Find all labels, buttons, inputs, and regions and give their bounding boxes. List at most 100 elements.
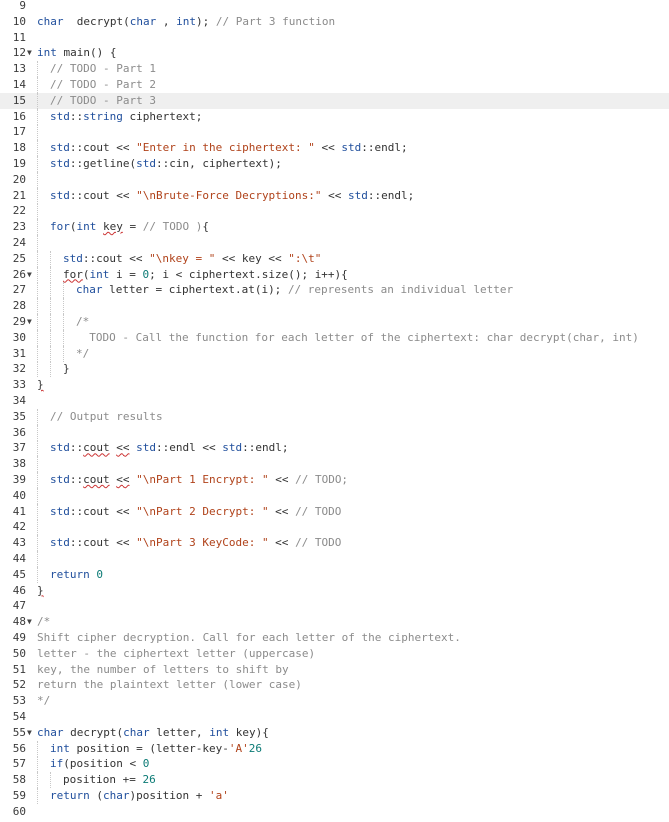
code-line-38[interactable]: 38 [0, 456, 669, 473]
code-line-59[interactable]: 59 return (char)position + 'a' [0, 788, 669, 804]
code-line-29[interactable]: 29 ▼ /* [0, 314, 669, 330]
indent-guide [63, 314, 64, 330]
code-line-40[interactable]: 40 [0, 487, 669, 504]
code-line-52[interactable]: 52 return the plaintext letter (lower cas… [0, 677, 669, 693]
code-token: << [268, 473, 296, 486]
code-line-60[interactable]: 60 [0, 804, 669, 820]
code-line-47[interactable]: 47 [0, 598, 669, 614]
fold-toggle-icon[interactable]: ▼ [27, 267, 35, 283]
line-number: 33 [12, 378, 26, 392]
code-token: (position < [63, 757, 143, 771]
code-line-15[interactable]: 15 // TODO - Part 3 [0, 92, 669, 109]
code-line-12[interactable]: 12 ▼ int main() { [0, 45, 669, 61]
code-token: char [103, 789, 130, 802]
code-line-30[interactable]: 30 TODO - Call the function for each let… [0, 329, 669, 346]
code-line-13[interactable]: 13 // TODO - Part 1 [0, 61, 669, 78]
indent-guide [50, 282, 51, 299]
line-number: 42 [12, 520, 26, 534]
code-text: char decrypt(char , int); // Part 3 func… [37, 14, 335, 30]
code-token: :: [69, 441, 84, 455]
fold-toggle-icon[interactable]: ▼ [27, 614, 35, 630]
code-line-54[interactable]: 54 [0, 709, 669, 725]
code-token: return [50, 567, 90, 581]
fold-toggle-icon[interactable]: ▼ [27, 45, 35, 61]
code-token: ); [195, 14, 216, 28]
indent-guide [37, 282, 38, 299]
code-line-25[interactable]: 25 std::cout << "\nkey = " << key << ":\t… [0, 250, 669, 267]
code-text: } [37, 377, 44, 393]
code-text: std::cout << "\nkey = " << key << ":\t" [63, 251, 321, 267]
fold-toggle-icon[interactable]: ▼ [27, 725, 35, 741]
code-line-11[interactable]: 11 [0, 30, 669, 46]
code-token: )position + [129, 789, 209, 802]
code-line-20[interactable]: 20 [0, 171, 669, 188]
code-line-10[interactable]: 10 char decrypt(char , int); // Part 3 fu… [0, 14, 669, 30]
code-token: ( [89, 789, 103, 802]
line-number: 22 [12, 204, 26, 218]
line-number: 56 [12, 741, 26, 755]
code-line-48[interactable]: 48 ▼/* [0, 614, 669, 630]
code-token: << [116, 441, 130, 455]
indent-guide [37, 740, 38, 757]
code-line-49[interactable]: 49 Shift cipher decryption. Call for each… [0, 630, 669, 646]
line-number: 45 [12, 567, 26, 581]
code-text: return the plaintext letter (lower case) [37, 677, 302, 693]
code-token: } [37, 583, 44, 597]
code-token: // TODO ) [142, 220, 203, 234]
code-text: std::cout << std::endl << std::endl; [50, 440, 288, 456]
code-token: "\nBrute-Force Decryptions:" [136, 188, 322, 202]
code-line-43[interactable]: 43 std::cout << "\nPart 3 KeyCode: " << /… [0, 535, 669, 552]
code-line-44[interactable]: 44 [0, 551, 669, 567]
code-line-42[interactable]: 42 [0, 519, 669, 536]
indent-guide [37, 61, 38, 78]
code-line-16[interactable]: 16 std::string ciphertext; [0, 108, 669, 125]
code-line-41[interactable]: 41 std::cout << "\nPart 2 Decrypt: " << /… [0, 503, 669, 520]
code-line-19[interactable]: 19 std::getline(std::cin, ciphertext); [0, 156, 669, 172]
line-number: 25 [12, 251, 26, 265]
code-token: ; i < ciphertext.size(); i++){ [149, 267, 348, 281]
code-line-51[interactable]: 51 key, the number of letters to shift by [0, 662, 669, 678]
code-line-26[interactable]: 26 ▼ for(int i = 0; i < ciphertext.size();… [0, 266, 669, 283]
code-line-27[interactable]: 27 char letter = ciphertext.at(i); // rep… [0, 282, 669, 299]
code-line-58[interactable]: 58 position += 26 [0, 772, 669, 789]
code-line-33[interactable]: 33} [0, 377, 669, 393]
code-line-57[interactable]: 57 if(position < 0 [0, 756, 669, 773]
indent-guide [37, 456, 38, 473]
code-line-56[interactable]: 56 int position = (letter-key-'A'26 [0, 740, 669, 757]
code-token: int [76, 220, 97, 234]
code-line-23[interactable]: 23 for(int key = // TODO ){ [0, 219, 669, 236]
code-line-21[interactable]: 21 std::cout << "\nBrute-Force Decryption… [0, 187, 669, 204]
code-line-46[interactable]: 46} [0, 583, 669, 599]
code-line-39[interactable]: 39 std::cout << "\nPart 1 Encrypt: " << /… [0, 472, 669, 488]
code-line-32[interactable]: 32} [0, 361, 669, 378]
code-line-50[interactable]: 50 letter - the ciphertext letter (upperc… [0, 646, 669, 662]
code-token: if [50, 757, 64, 771]
code-token: decrypt( [63, 14, 130, 28]
code-line-37[interactable]: 37 std::cout << std::endl << std::endl; [0, 440, 669, 457]
code-line-24[interactable]: 24 [0, 235, 669, 251]
code-line-9[interactable]: 9 [0, 0, 669, 14]
code-line-17[interactable]: 17 [0, 124, 669, 141]
code-text: return (char)position + 'a' [50, 788, 229, 804]
code-token: */ [37, 694, 51, 708]
line-number: 58 [12, 773, 26, 787]
code-text: if(position < 0 [50, 756, 149, 772]
indent-guide [37, 440, 38, 457]
line-number: 23 [12, 220, 26, 234]
code-line-34[interactable]: 34 [0, 393, 669, 409]
code-line-28[interactable]: 28 [0, 298, 669, 315]
code-line-36[interactable]: 36 [0, 424, 669, 441]
code-editor[interactable]: 9 10 char decrypt(char , int); // Part 3 f… [0, 0, 669, 822]
code-line-35[interactable]: 35 // Output results [0, 408, 669, 425]
fold-toggle-icon[interactable]: ▼ [27, 314, 35, 330]
code-line-22[interactable]: 22 [0, 203, 669, 220]
code-token: // TODO; [295, 473, 349, 486]
code-line-53[interactable]: 53 */ [0, 693, 669, 709]
code-line-55[interactable]: 55 ▼ char decrypt(char letter, int key){ [0, 725, 669, 741]
code-line-31[interactable]: 31 */ [0, 345, 669, 362]
code-token: // TODO [295, 536, 342, 550]
code-line-14[interactable]: 14 // TODO - Part 2 [0, 77, 669, 93]
line-number: 55 [12, 725, 26, 739]
code-line-18[interactable]: 18 std::cout << "Enter in the ciphertext:… [0, 140, 669, 157]
code-line-45[interactable]: 45 return 0 [0, 566, 669, 583]
